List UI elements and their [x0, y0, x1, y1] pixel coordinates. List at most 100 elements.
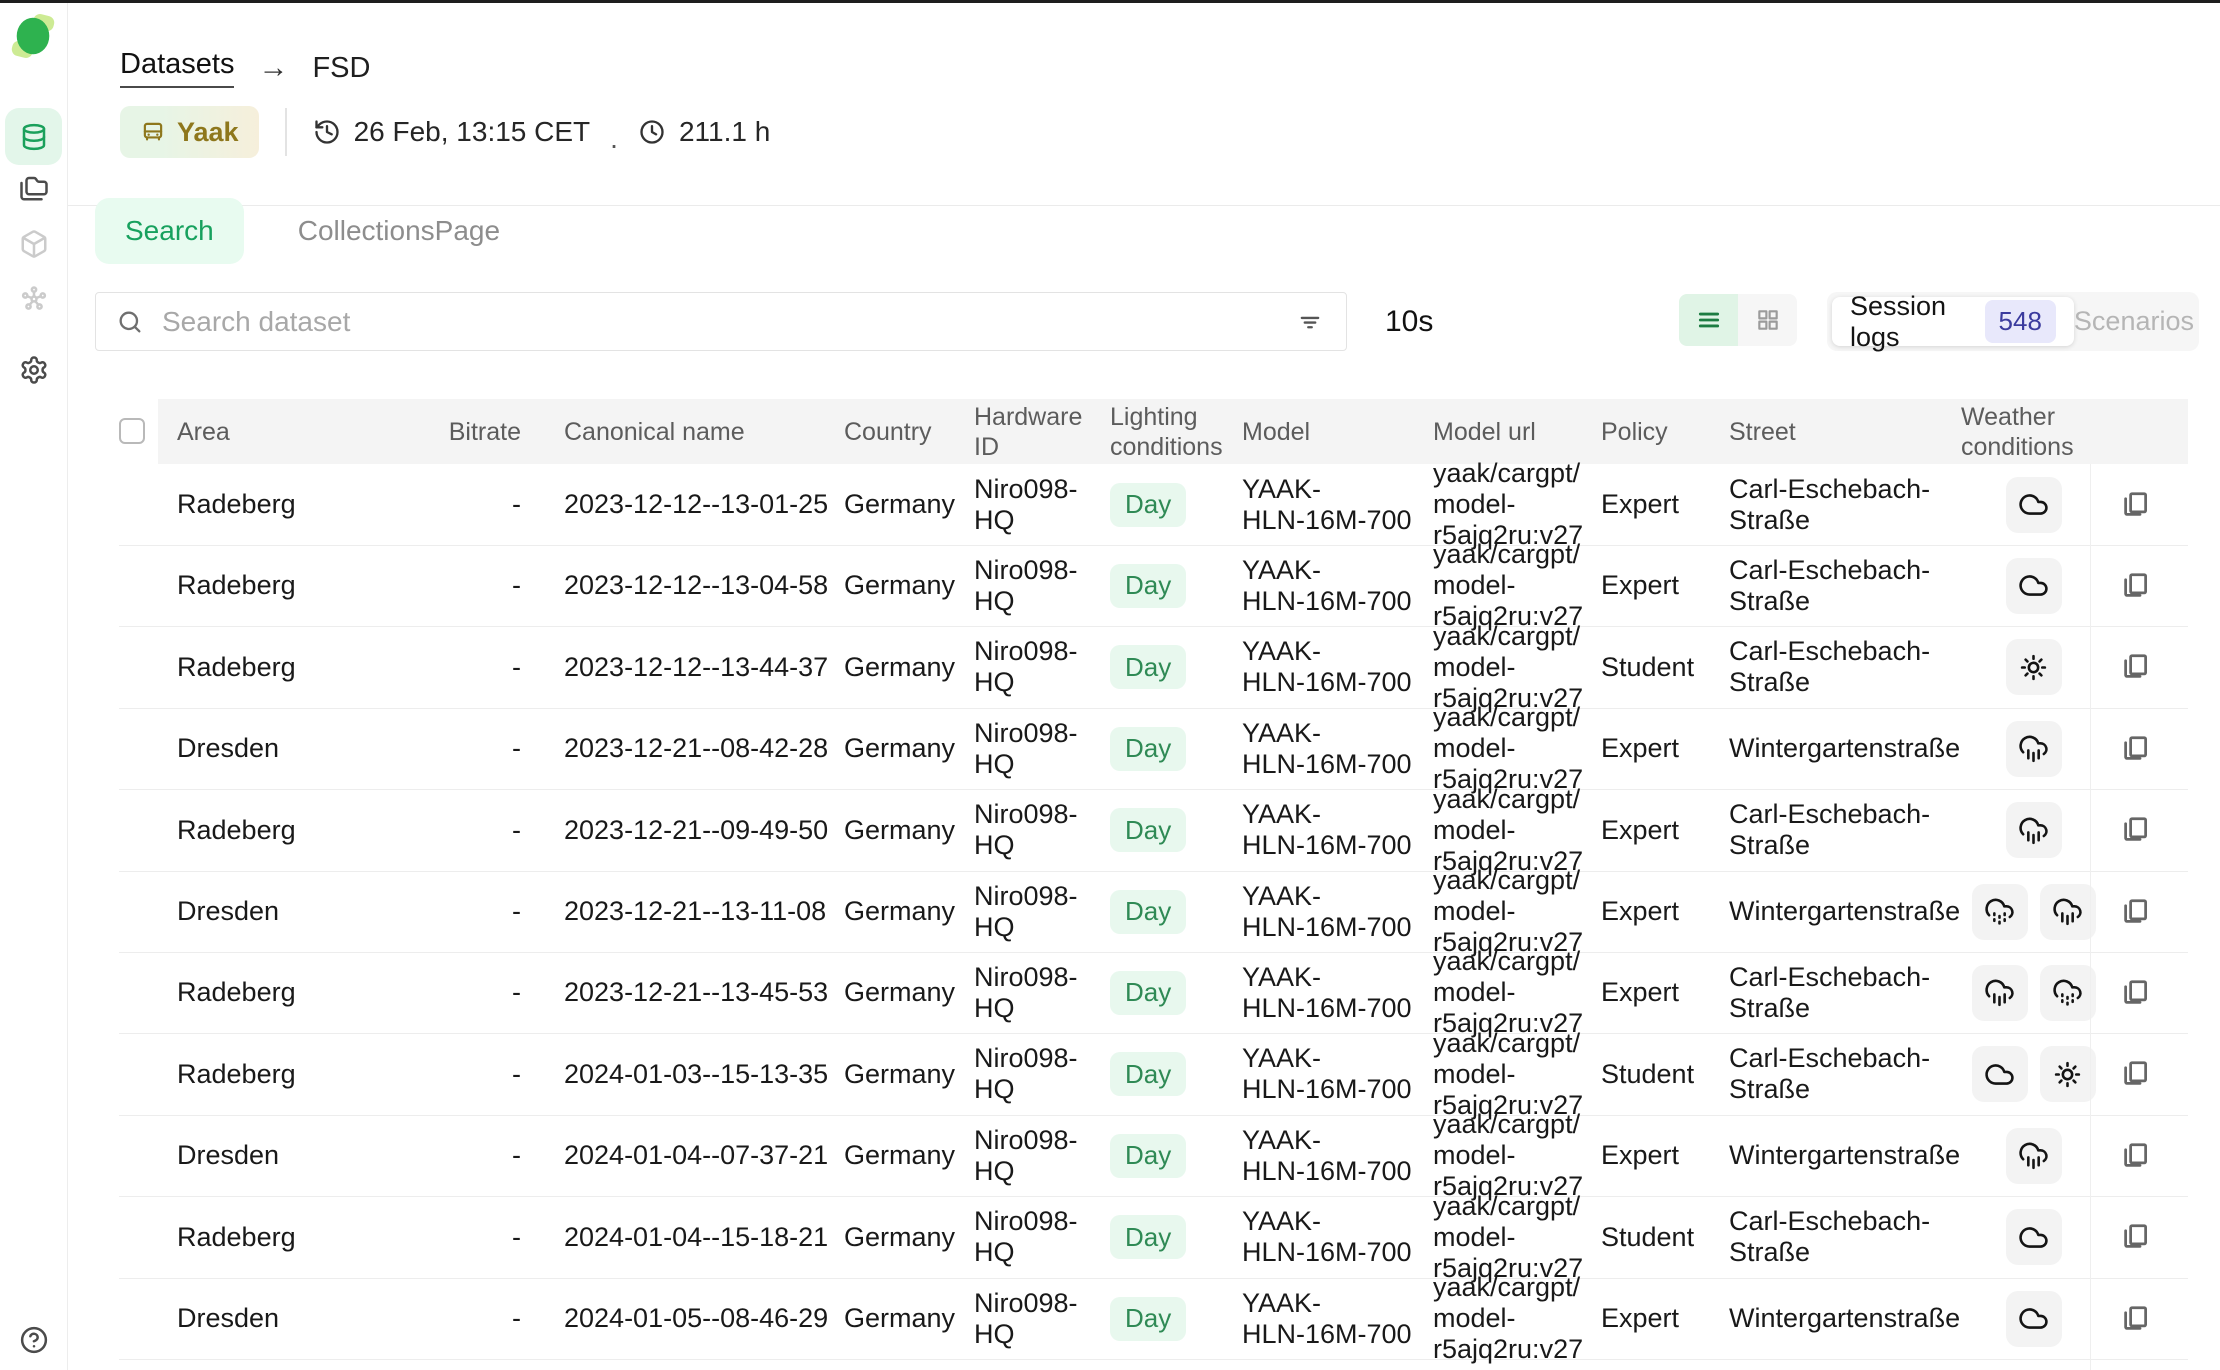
cell-hardware_id: Niro098-HQ	[974, 1034, 1114, 1115]
cell-weather	[1961, 1115, 2106, 1196]
table-row[interactable]: Dresden-2023-12-21--13-11-08GermanyNiro0…	[119, 871, 2188, 953]
copy-button[interactable]	[2115, 1299, 2155, 1339]
session-logs-count-badge: 548	[1985, 300, 2056, 343]
mode-switch: Session logs 548 Scenarios	[1827, 292, 2199, 351]
cell-model: YAAK-HLN-16M-700	[1242, 464, 1427, 545]
sidebar-item-packages[interactable]	[19, 229, 49, 259]
copy-button[interactable]	[2115, 1136, 2155, 1176]
cell-area: Dresden	[177, 708, 407, 789]
copy-button[interactable]	[2115, 973, 2155, 1013]
sidebar-item-settings[interactable]	[19, 355, 49, 385]
cell-actions	[2115, 464, 2175, 545]
app-logo[interactable]	[10, 13, 56, 59]
lighting-pill: Day	[1110, 727, 1186, 771]
cell-canonical_name: 2023-12-21--08-42-28	[564, 708, 844, 789]
copy-button[interactable]	[2115, 729, 2155, 769]
window-top-strip	[0, 0, 2220, 3]
recorded-at-label: 26 Feb, 13:15 CET	[354, 116, 591, 148]
copy-icon	[2120, 1059, 2150, 1089]
rain-icon	[2040, 884, 2096, 940]
column-header-model: Model	[1242, 399, 1427, 464]
breadcrumb-current: FSD	[312, 52, 370, 85]
table-row[interactable]: Radeberg-2023-12-12--13-01-25GermanyNiro…	[119, 464, 2188, 546]
help-button[interactable]	[19, 1325, 49, 1355]
cell-bitrate: -	[411, 952, 521, 1033]
vehicle-badge-label: Yaak	[177, 117, 239, 148]
dataset-meta-row: Yaak 26 Feb, 13:15 CET . 211.1 h	[120, 106, 770, 158]
cell-model: YAAK-HLN-16M-700	[1242, 1278, 1427, 1359]
copy-button[interactable]	[2115, 810, 2155, 850]
rain-icon	[2006, 1128, 2062, 1184]
copy-button[interactable]	[2115, 1217, 2155, 1257]
table-row[interactable]: Radeberg-2023-12-21--09-49-50GermanyNiro…	[119, 790, 2188, 872]
vehicle-badge[interactable]: Yaak	[120, 106, 259, 158]
cloud-icon	[2006, 477, 2062, 533]
column-header-bitrate: Bitrate	[411, 399, 521, 464]
cell-canonical_name: 2024-01-04--15-18-21	[564, 1197, 844, 1278]
cell-canonical_name: 2024-01-03--15-13-35	[564, 1034, 844, 1115]
copy-icon	[2120, 978, 2150, 1008]
table-row[interactable]: Radeberg-2023-12-12--13-44-37GermanyNiro…	[119, 627, 2188, 709]
search-box	[95, 292, 1347, 351]
meta-divider	[285, 108, 287, 156]
table-row[interactable]: Radeberg-2024-01-03--15-13-35GermanyNiro…	[119, 1034, 2188, 1116]
session-logs-segment[interactable]: Session logs 548	[1832, 297, 2074, 346]
clip-length[interactable]: 10s	[1385, 292, 1433, 351]
sidebar-item-workflows[interactable]	[19, 284, 49, 314]
cell-canonical_name: 2024-01-04--07-37-21	[564, 1115, 844, 1196]
cell-weather	[1961, 1278, 2106, 1359]
cell-canonical_name: 2023-12-12--13-04-58	[564, 545, 844, 626]
cell-model_url: yaak/cargpt/model-r5ajq2ru:v27	[1433, 708, 1603, 789]
cell-hardware_id: Niro098-HQ	[974, 1278, 1114, 1359]
select-all-checkbox[interactable]	[119, 418, 145, 444]
sidebar-item-collections[interactable]	[19, 173, 49, 203]
table-header: AreaBitrateCanonical nameCountryHardware…	[119, 399, 2188, 464]
breadcrumb-datasets-link[interactable]: Datasets	[120, 48, 234, 88]
cell-weather	[1961, 952, 2106, 1033]
sidebar-item-datasets[interactable]	[5, 108, 62, 165]
table-row[interactable]: Radeberg-2023-12-21--13-45-53GermanyNiro…	[119, 952, 2188, 1034]
lighting-pill: Day	[1110, 645, 1186, 689]
search-input[interactable]	[160, 305, 1296, 339]
cell-actions	[2115, 952, 2175, 1033]
cell-area: Radeberg	[177, 464, 407, 545]
grid-view-button[interactable]	[1738, 294, 1797, 346]
cell-hardware_id: Niro098-HQ	[974, 1197, 1114, 1278]
copy-button[interactable]	[2115, 566, 2155, 606]
table-row[interactable]: Dresden-2024-01-04--07-37-21GermanyNiro0…	[119, 1115, 2188, 1197]
cell-actions	[2115, 871, 2175, 952]
datasets-table: AreaBitrateCanonical nameCountryHardware…	[119, 399, 2188, 1359]
cell-hardware_id: Niro098-HQ	[974, 871, 1114, 952]
cell-street: Carl-Eschebach-Straße	[1729, 952, 1979, 1033]
tab-collections-page[interactable]: CollectionsPage	[292, 214, 506, 248]
table-row[interactable]: Dresden-2024-01-05--08-46-29GermanyNiro0…	[119, 1278, 2188, 1360]
grid-icon	[1755, 307, 1781, 333]
cell-lighting: Day	[1110, 708, 1242, 789]
copy-icon	[2120, 897, 2150, 927]
cell-bitrate: -	[411, 1278, 521, 1359]
cell-street: Wintergartenstraße	[1729, 1115, 1979, 1196]
gear-icon	[19, 355, 49, 385]
cell-weather	[1961, 627, 2106, 708]
copy-button[interactable]	[2115, 1054, 2155, 1094]
table-row[interactable]: Radeberg-2024-01-04--15-18-21GermanyNiro…	[119, 1197, 2188, 1279]
table-row[interactable]: Dresden-2023-12-21--08-42-28GermanyNiro0…	[119, 708, 2188, 790]
tab-search[interactable]: Search	[95, 198, 244, 264]
table-row[interactable]: Radeberg-2023-12-12--13-04-58GermanyNiro…	[119, 545, 2188, 627]
copy-button[interactable]	[2115, 892, 2155, 932]
cell-street: Carl-Eschebach-Straße	[1729, 545, 1979, 626]
list-view-button[interactable]	[1679, 294, 1738, 346]
cell-weather	[1961, 871, 2106, 952]
list-icon	[1696, 307, 1722, 333]
column-header-street: Street	[1729, 399, 1979, 464]
filter-icon[interactable]	[1296, 308, 1324, 336]
lighting-pill: Day	[1110, 808, 1186, 852]
copy-button[interactable]	[2115, 485, 2155, 525]
clock-icon	[638, 118, 666, 146]
scenarios-segment[interactable]: Scenarios	[2074, 306, 2194, 337]
cell-actions	[2115, 1278, 2175, 1359]
cell-lighting: Day	[1110, 545, 1242, 626]
lighting-pill: Day	[1110, 971, 1186, 1015]
copy-button[interactable]	[2115, 647, 2155, 687]
copy-icon	[2120, 1141, 2150, 1171]
